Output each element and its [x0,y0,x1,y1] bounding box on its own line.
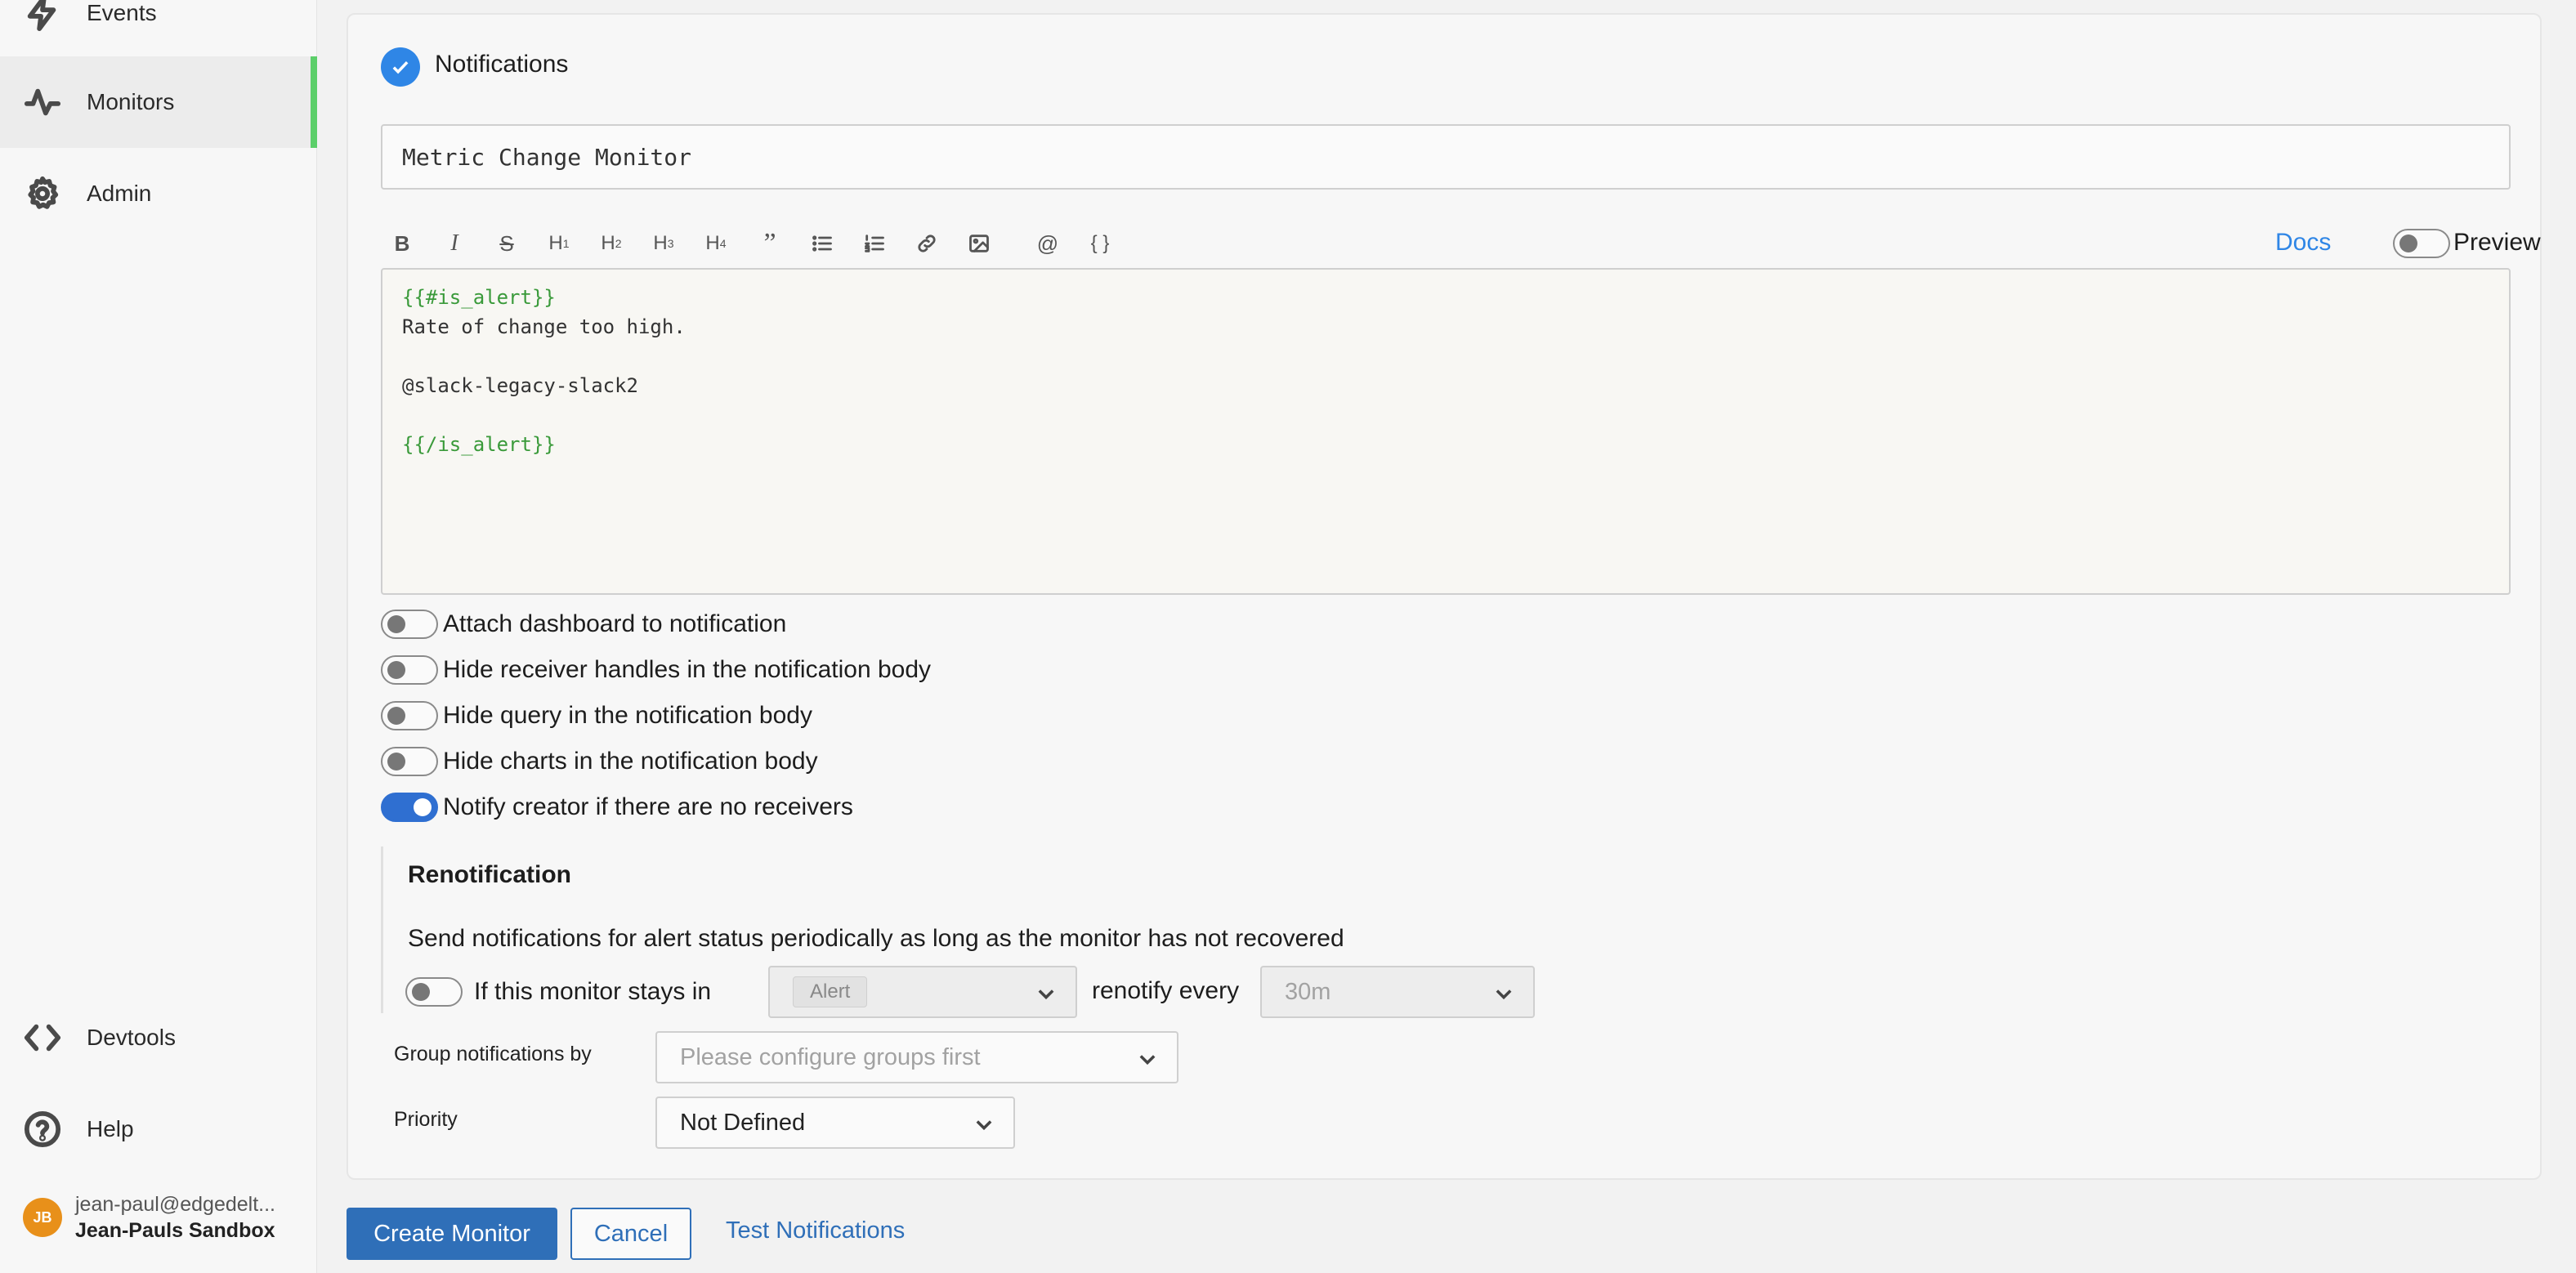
lightning-icon [21,0,64,34]
create-monitor-button[interactable]: Create Monitor [347,1208,557,1260]
section-title: Notifications [435,51,569,78]
chevron-down-icon [1492,982,1515,1005]
interval-value: 30m [1285,978,1331,1005]
group-by-label: Group notifications by [394,1043,592,1065]
group-by-select[interactable]: Please configure groups first [655,1031,1178,1083]
bulleted-list-icon[interactable] [801,222,843,265]
hide-charts-toggle[interactable] [381,747,438,776]
quote-icon[interactable]: ” [749,222,791,265]
renotify-interval-select[interactable]: 30m [1260,966,1535,1018]
sidebar: Events Monitors Admin Devtools Help JB j… [0,0,317,1273]
strikethrough-button[interactable]: S [485,222,528,265]
priority-select[interactable]: Not Defined [655,1097,1015,1149]
sidebar-item-label: Help [87,1116,134,1141]
message-editor[interactable]: {{#is_alert}} Rate of change too high. @… [381,268,2511,595]
editor-line: {{/is_alert}} [402,433,556,456]
image-icon[interactable] [958,222,1000,265]
chevron-down-icon [973,1113,995,1136]
sidebar-item-label: Devtools [87,1025,176,1050]
bold-button[interactable]: B [381,222,423,265]
option-label: Attach dashboard to notification [443,610,787,637]
heading1-button[interactable]: H1 [538,222,580,265]
priority-value: Not Defined [680,1109,806,1136]
user-email: jean-paul@edgedelt... [75,1193,275,1216]
link-icon[interactable] [906,222,948,265]
editor-line: @slack-legacy-slack2 [402,374,638,397]
user-menu[interactable]: JB jean-paul@edgedelt... Jean-Pauls Sand… [23,1191,275,1244]
notify-creator-toggle[interactable] [381,793,438,822]
sidebar-item-events[interactable]: Events [0,0,317,59]
test-notifications-button[interactable]: Test Notifications [726,1217,905,1244]
heading4-button[interactable]: H4 [695,222,737,265]
braces-icon[interactable]: { } [1079,222,1121,265]
help-icon [21,1108,64,1150]
editor-line: {{#is_alert}} [402,286,556,309]
cancel-button[interactable]: Cancel [570,1208,691,1260]
attach-dashboard-toggle[interactable] [381,610,438,639]
status-chip: Alert [793,976,868,1007]
option-label: Hide charts in the notification body [443,748,818,775]
renotify-toggle[interactable] [405,977,463,1007]
sidebar-item-label: Events [87,0,157,25]
heading2-button[interactable]: H2 [590,222,633,265]
renotification-description: Send notifications for alert status peri… [408,925,1344,952]
editor-line: Rate of change too high. [402,315,686,338]
mention-icon[interactable]: @ [1026,222,1069,265]
option-hide-receivers: Hide receiver handles in the notificatio… [381,654,931,686]
renotify-row: If this monitor stays in [405,966,711,1018]
option-label: Hide query in the notification body [443,702,812,729]
avatar: JB [23,1198,62,1237]
option-attach-dashboard: Attach dashboard to notification [381,608,786,641]
gear-icon [21,172,64,215]
docs-link[interactable]: Docs [2275,229,2331,257]
notification-title-input[interactable] [381,124,2511,190]
italic-button[interactable]: I [433,222,476,265]
preview-toggle[interactable] [2393,229,2450,258]
option-label: Notify creator if there are no receivers [443,793,853,820]
option-hide-charts: Hide charts in the notification body [381,745,818,778]
activity-icon [21,81,64,123]
sidebar-item-help[interactable]: Help [0,1083,317,1175]
check-icon [381,47,420,87]
numbered-list-icon[interactable] [853,222,896,265]
option-notify-creator: Notify creator if there are no receivers [381,791,853,824]
renotify-status-select[interactable]: Alert [768,966,1077,1018]
notifications-card: Notifications B I S H1 H2 H3 H4 ” @ { } … [347,13,2542,1180]
sidebar-item-label: Monitors [87,89,175,114]
sidebar-item-monitors[interactable]: Monitors [0,56,317,148]
chevron-down-icon [1136,1047,1159,1070]
hide-query-toggle[interactable] [381,701,438,730]
code-icon [21,1016,64,1059]
renotify-stays-label: If this monitor stays in [474,978,712,1005]
renotification-title: Renotification [408,861,571,888]
renotify-every-label: renotify every [1092,977,1240,1004]
priority-label: Priority [394,1108,458,1131]
sidebar-item-devtools[interactable]: Devtools [0,992,317,1083]
option-hide-query: Hide query in the notification body [381,699,812,732]
sidebar-item-admin[interactable]: Admin [0,148,317,239]
option-label: Hide receiver handles in the notificatio… [443,656,932,683]
editor-toolbar: B I S H1 H2 H3 H4 ” @ { } Docs Preview [381,214,2541,273]
chevron-down-icon [1035,982,1058,1005]
hide-receivers-toggle[interactable] [381,655,438,685]
heading3-button[interactable]: H3 [642,222,685,265]
preview-label: Preview [2453,229,2541,256]
group-by-placeholder: Please configure groups first [680,1043,981,1070]
sidebar-item-label: Admin [87,181,152,206]
user-org: Jean-Pauls Sandbox [75,1219,275,1242]
